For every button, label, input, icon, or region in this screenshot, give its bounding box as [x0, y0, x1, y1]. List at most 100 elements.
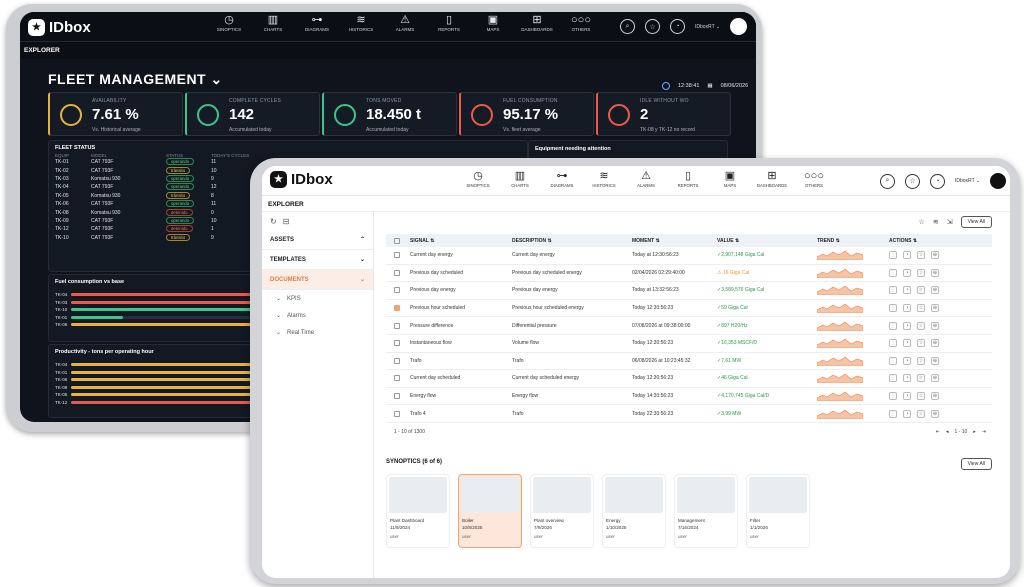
logo[interactable]: ★ IDbox [28, 18, 91, 36]
star-icon[interactable]: ☆ [917, 251, 925, 260]
search-icon[interactable]: ⌕ [620, 19, 635, 34]
notification-icon[interactable]: ◔ [903, 339, 911, 348]
row-checkbox[interactable] [394, 252, 400, 259]
lock-icon[interactable]: ⊖ [931, 321, 939, 330]
nav-historics[interactable]: ≋ HISTORICS [586, 170, 622, 188]
notification-icon[interactable]: ◔ [903, 251, 911, 260]
more-icon[interactable]: ⋮ [889, 392, 897, 401]
star-icon[interactable]: ☆ [917, 286, 925, 295]
synoptic-card[interactable]: Plant overview 7/9/2026 user [530, 474, 594, 548]
last-page-icon[interactable]: ⇥ [982, 429, 986, 435]
lock-icon[interactable]: ⊖ [931, 304, 939, 313]
row-checkbox[interactable] [394, 375, 400, 382]
next-page-icon[interactable]: ▸ [973, 429, 976, 435]
nav-dashboards[interactable]: ⊞ DASHBOARDS [518, 14, 556, 32]
user-menu[interactable]: IDboxRT ⌄ [955, 178, 980, 184]
synoptic-card[interactable]: Boiler 10/8/2025 user [458, 474, 522, 548]
lock-icon[interactable]: ⊖ [931, 356, 939, 365]
row-checkbox[interactable] [394, 340, 400, 347]
page-title[interactable]: FLEET MANAGEMENT ⌄ [48, 71, 223, 88]
prev-page-icon[interactable]: ◂ [946, 429, 949, 435]
star-icon[interactable]: ☆ [917, 409, 925, 418]
more-icon[interactable]: ⋮ [889, 356, 897, 365]
favorites-icon[interactable]: ☆ [645, 19, 660, 34]
more-icon[interactable]: ⋮ [889, 251, 897, 260]
favorites-icon[interactable]: ☆ [905, 173, 920, 189]
more-icon[interactable]: ⋮ [889, 268, 897, 277]
more-icon[interactable]: ⋮ [889, 339, 897, 348]
lock-icon[interactable]: ⊖ [931, 251, 939, 260]
search-icon[interactable]: ⌕ [880, 173, 895, 189]
sidebar-section-templates[interactable]: TEMPLATES ⌄ [262, 250, 373, 270]
select-all-checkbox[interactable] [394, 237, 400, 244]
synoptic-card[interactable]: Plant Dashboard 11/9/2024 user [386, 474, 450, 548]
nav-others[interactable]: ○○○ OTHERS [796, 170, 832, 188]
sidebar-item-alarms[interactable]: ⌄ Alarms [262, 307, 373, 324]
synoptic-card[interactable]: Energy 1/10/2025 user [602, 474, 666, 548]
row-checkbox[interactable] [394, 287, 400, 294]
nav-charts[interactable]: ▥ CHARTS [502, 170, 538, 188]
avatar[interactable] [730, 18, 748, 35]
sidebar-item-kpis[interactable]: ⌄ KPIS [262, 290, 373, 307]
lock-icon[interactable]: ⊖ [931, 268, 939, 277]
more-icon[interactable]: ⋮ [889, 286, 897, 295]
row-checkbox[interactable] [394, 393, 400, 400]
column-header[interactable]: MOMENT ⇅ [632, 238, 717, 244]
nav-maps[interactable]: ▣ MAPS [712, 170, 748, 188]
notifications-icon[interactable]: ◔ [670, 19, 685, 34]
table-row[interactable]: Instantaneous flow Volume flow Today 12:30… [386, 335, 992, 353]
lock-icon[interactable]: ⊖ [931, 392, 939, 401]
sidebar-section-documents[interactable]: DOCUMENTS ⌄ [262, 270, 373, 290]
refresh-icon[interactable]: ↻ [270, 217, 277, 226]
synoptic-card[interactable]: Management 7/16/2024 user [674, 474, 738, 548]
nav-others[interactable]: ○○○ OTHERS [562, 14, 600, 32]
star-icon[interactable]: ☆ [917, 339, 925, 348]
user-menu[interactable]: IDboxRT ⌄ [695, 24, 720, 30]
column-header[interactable]: DESCRIPTION ⇅ [512, 238, 632, 244]
nav-dashboards[interactable]: ⊞ DASHBOARDS [754, 170, 790, 188]
lock-icon[interactable]: ⊖ [931, 339, 939, 348]
nav-reports[interactable]: ▯ REPORTS [670, 170, 706, 188]
star-icon[interactable]: ☆ [917, 356, 925, 365]
notification-icon[interactable]: ◔ [903, 409, 911, 418]
table-row[interactable]: Trafo 4 Trafo Today 22:30:56:23 ✓3,99 MW ⋮ ◔ ☆… [386, 405, 992, 423]
row-checkbox[interactable] [394, 410, 400, 417]
nav-alarms[interactable]: ⚠ ALARMS [628, 170, 664, 188]
star-icon[interactable]: ☆ [917, 321, 925, 330]
synoptics-view-all-button[interactable]: View All [960, 458, 992, 470]
notification-icon[interactable]: ◔ [903, 356, 911, 365]
nav-maps[interactable]: ▣ MAPS [474, 14, 512, 32]
lock-icon[interactable]: ⊖ [931, 374, 939, 383]
star-icon[interactable]: ☆ [917, 304, 925, 313]
notification-icon[interactable]: ◔ [903, 286, 911, 295]
table-row[interactable]: Current day scheduled Current day schedul… [386, 370, 992, 388]
nav-sinoptics[interactable]: ◷ SINOPTICS [460, 170, 496, 188]
star-icon[interactable]: ☆ [917, 268, 925, 277]
table-row[interactable]: Current day energy Current day energy Toda… [386, 247, 992, 265]
row-checkbox[interactable] [394, 322, 400, 329]
nav-charts[interactable]: ▥ CHARTS [254, 14, 292, 32]
sidebar-item-real-time[interactable]: ⌄ Real Time [262, 324, 373, 341]
synoptic-card[interactable]: Filter 1/1/2026 user [746, 474, 810, 548]
notification-icon[interactable]: ◔ [903, 374, 911, 383]
more-icon[interactable]: ⋮ [889, 409, 897, 418]
table-row[interactable]: Trafo Trafo 06/08/2026 at 10:23:45:32 ✓7,61… [386, 353, 992, 371]
column-header[interactable]: VALUE ⇅ [717, 238, 817, 244]
more-icon[interactable]: ⋮ [889, 321, 897, 330]
nav-alarms[interactable]: ⚠ ALARMS [386, 14, 424, 32]
row-checkbox[interactable] [394, 305, 400, 312]
notification-icon[interactable]: ◔ [903, 321, 911, 330]
table-row[interactable]: Previous day energy Previous day energy To… [386, 282, 992, 300]
table-row[interactable]: Energy flow Energy flow Today 14:30:56:23 ✓… [386, 388, 992, 406]
notifications-icon[interactable]: ◔ [930, 173, 945, 189]
star-icon[interactable]: ☆ [917, 374, 925, 383]
notification-icon[interactable]: ◔ [903, 304, 911, 313]
nav-diagrams[interactable]: ⊶ DIAGRAMS [298, 14, 336, 32]
lock-icon[interactable]: ⊖ [931, 409, 939, 418]
column-header[interactable]: TREND ⇅ [817, 238, 889, 244]
notification-icon[interactable]: ◔ [903, 268, 911, 277]
more-icon[interactable]: ⋮ [889, 304, 897, 313]
table-row[interactable]: Pressure difference Differential pressure… [386, 317, 992, 335]
collapse-icon[interactable]: ⊟ [283, 217, 290, 226]
more-icon[interactable]: ⋮ [889, 374, 897, 383]
